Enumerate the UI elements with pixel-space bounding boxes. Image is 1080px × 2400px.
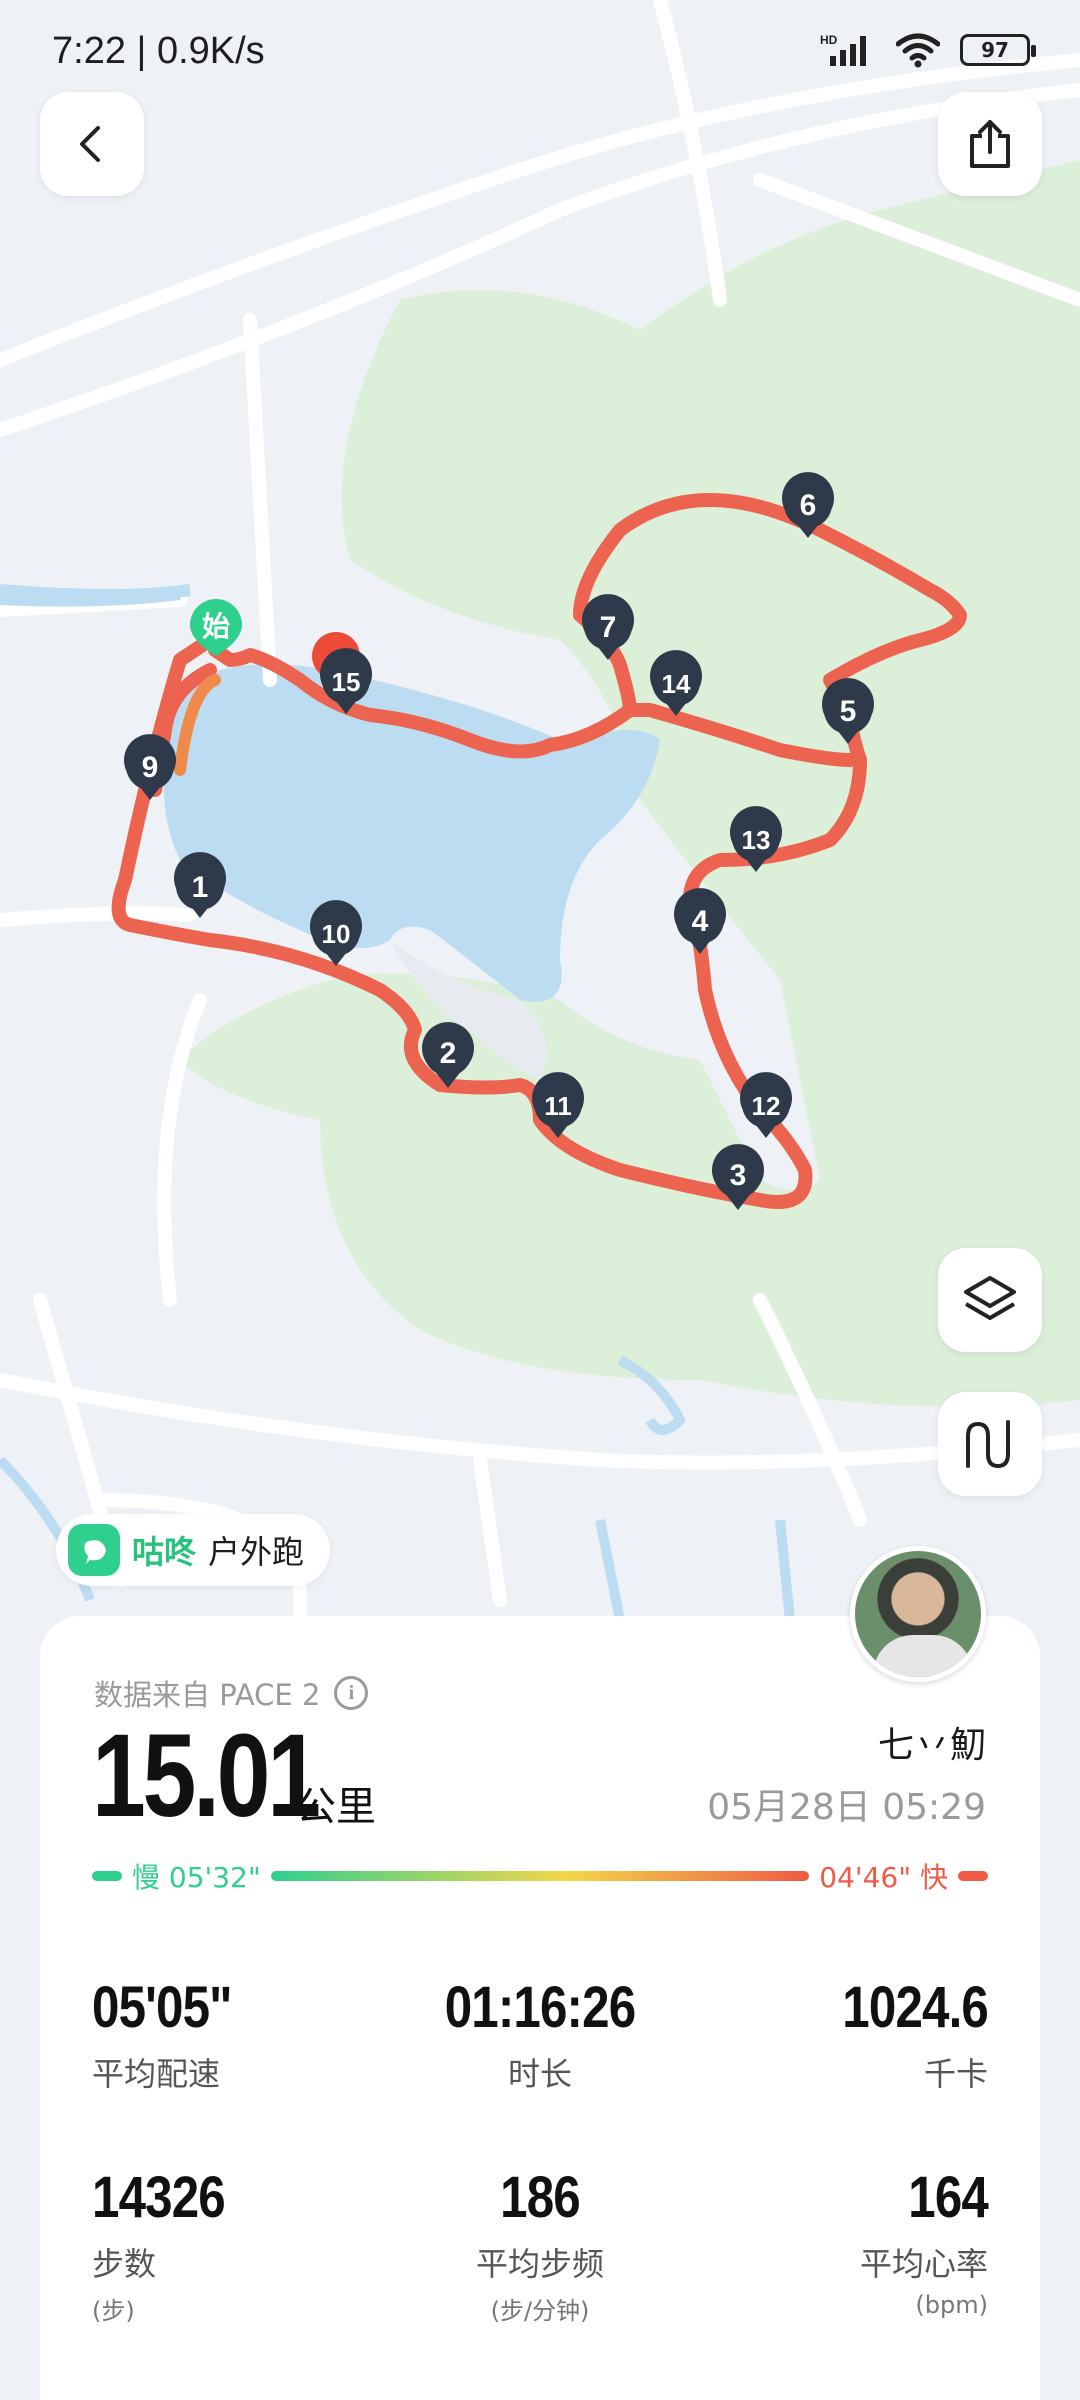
stat-value: 164 <box>908 2165 989 2230</box>
brand-name: 咕咚 <box>132 1533 197 1571</box>
distance-value: 15.01 <box>92 1710 321 1842</box>
svg-text:12: 12 <box>752 1091 781 1121</box>
svg-text:13: 13 <box>742 825 771 855</box>
route-icon <box>966 1420 1010 1469</box>
svg-text:1: 1 <box>192 871 209 904</box>
svg-text:6: 6 <box>800 489 817 522</box>
stat-cadence: 186 平均步频 (步/分钟) <box>390 2164 690 2326</box>
stat-unit: (步/分钟) <box>490 2297 590 2325</box>
pace-legend: 慢 05'32" 04'46" 快 <box>92 1856 988 1896</box>
stat-steps: 14326 步数 (步) <box>92 2164 392 2326</box>
stat-label: 平均配速 <box>92 2055 221 2093</box>
svg-text:10: 10 <box>322 919 351 949</box>
wifi-icon <box>896 33 940 68</box>
signal-icon: HD <box>820 33 866 66</box>
stat-unit: (bpm) <box>915 2291 988 2319</box>
stat-label: 平均步频 <box>475 2245 604 2283</box>
svg-text:5: 5 <box>840 695 857 728</box>
stat-label: 时长 <box>507 2055 572 2093</box>
svg-text:9: 9 <box>142 751 159 784</box>
back-arrow-icon <box>80 126 100 162</box>
svg-text:2: 2 <box>440 1037 457 1070</box>
stat-calories: 1024.6 千卡 <box>688 1974 989 2095</box>
stat-value: 1024.6 <box>842 1975 989 2040</box>
username: 七丷魛 <box>877 1725 986 1766</box>
svg-text:4: 4 <box>692 905 709 938</box>
fast-dot <box>958 1871 988 1881</box>
status-bar: 7:22 | 0.9K/s HD 97 <box>0 0 1080 110</box>
stat-duration: 01:16:26 时长 <box>390 1974 690 2095</box>
stat-value: 01:16:26 <box>444 1975 636 2040</box>
stat-label: 步数 <box>92 2245 157 2283</box>
svg-text:11: 11 <box>544 1091 572 1121</box>
svg-text:15: 15 <box>332 667 361 697</box>
map-layers-button[interactable] <box>938 1248 1042 1352</box>
stat-unit: (步) <box>92 2297 135 2325</box>
stat-value: 05'05" <box>92 1975 233 2040</box>
status-time: 7:22 | 0.9K/s <box>52 30 265 72</box>
workout-datetime: 05月28日 05:29 <box>707 1787 986 1828</box>
stat-heart-rate: 164 平均心率 (bpm) <box>688 2164 989 2319</box>
pace-slow: 慢 05'32" <box>132 1861 261 1894</box>
stat-label: 千卡 <box>923 2055 988 2093</box>
route-playback-button[interactable] <box>938 1392 1042 1496</box>
stat-label: 平均心率 <box>859 2245 988 2283</box>
codoon-logo-icon <box>68 1524 120 1576</box>
svg-text:始: 始 <box>202 611 230 642</box>
slow-dot <box>92 1871 122 1881</box>
pace-gradient <box>270 1871 810 1881</box>
stat-value: 14326 <box>92 2165 226 2230</box>
pace-fast: 04'46" 快 <box>819 1861 948 1894</box>
avatar[interactable] <box>850 1546 986 1682</box>
stat-avg-pace: 05'05" 平均配速 <box>92 1974 392 2095</box>
distance-unit: 公里 <box>296 1784 376 1830</box>
stat-value: 186 <box>500 2165 581 2230</box>
svg-text:14: 14 <box>662 669 691 699</box>
svg-text:7: 7 <box>600 611 617 644</box>
share-icon <box>970 120 1010 168</box>
brand-pill: 咕咚 户外跑 <box>56 1514 331 1586</box>
workout-summary-card: 数据来自 PACE 2 i 15.01 公里 七丷魛 05月28日 05:29 … <box>40 1616 1040 2400</box>
info-icon[interactable]: i <box>334 1676 369 1710</box>
svg-text:3: 3 <box>730 1159 747 1192</box>
activity-type: 户外跑 <box>208 1533 305 1571</box>
battery-indicator: 97 <box>960 34 1036 66</box>
svg-text:HD: HD <box>820 33 838 47</box>
layers-icon <box>964 1276 1016 1320</box>
